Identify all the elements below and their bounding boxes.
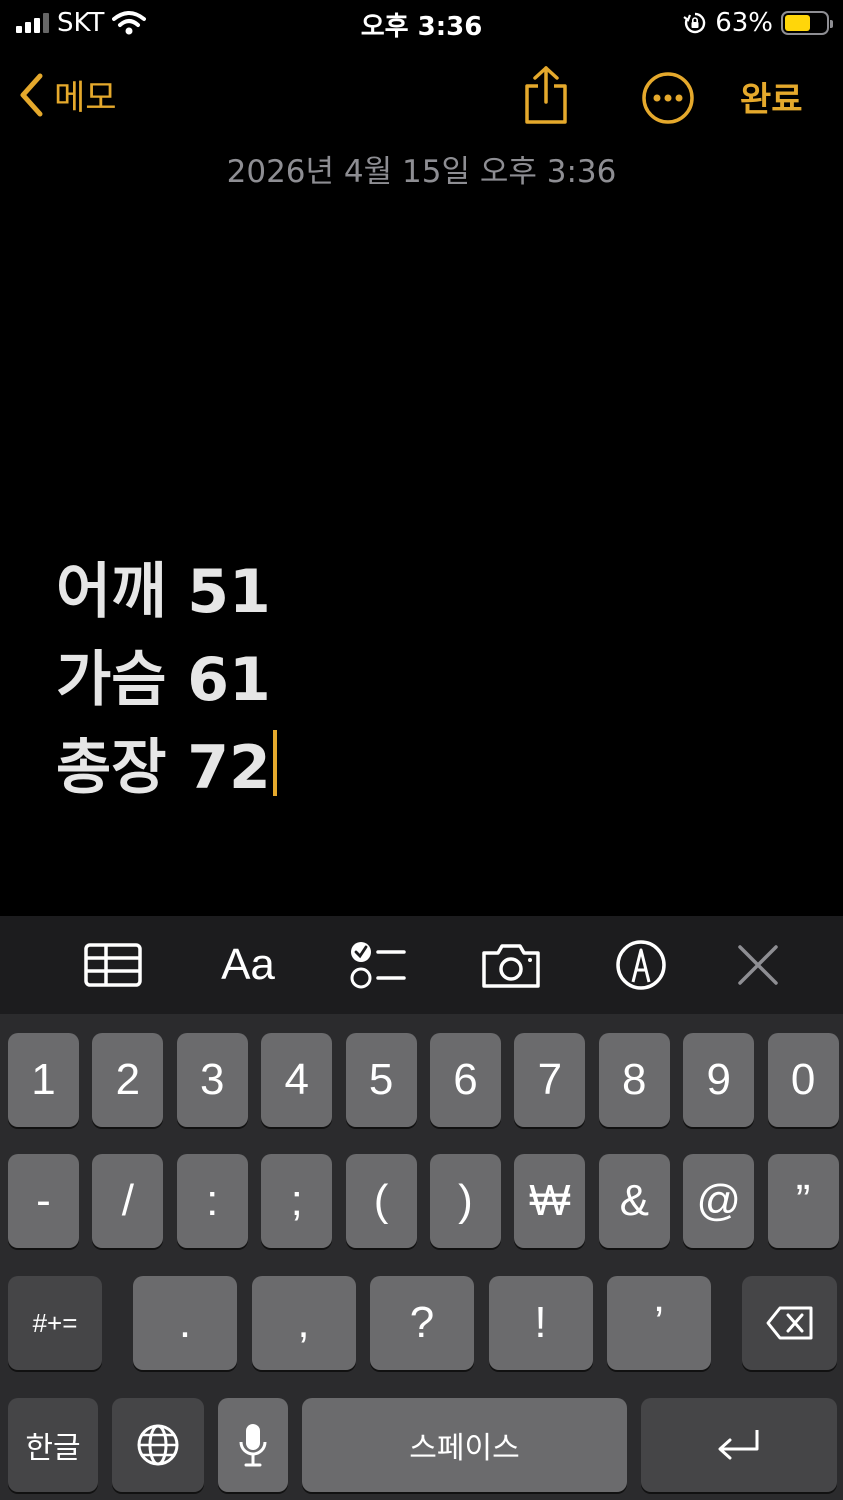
markup-icon xyxy=(616,940,666,990)
orientation-lock-icon xyxy=(683,12,706,34)
formatting-toolbar: Aa xyxy=(0,916,843,1014)
battery-icon xyxy=(781,11,833,35)
key--[interactable]: - xyxy=(8,1154,79,1248)
globe-key[interactable] xyxy=(112,1398,204,1492)
key-,[interactable]: , xyxy=(251,1276,356,1370)
camera-button[interactable] xyxy=(480,940,542,990)
key-2[interactable]: 2 xyxy=(92,1033,164,1127)
key-3[interactable]: 3 xyxy=(176,1033,248,1127)
back-label: 메모 xyxy=(54,78,117,118)
note-body[interactable]: 어깨 51 가슴 61 총장 72 xyxy=(56,548,277,812)
close-toolbar-button[interactable] xyxy=(736,940,780,990)
key-/[interactable]: / xyxy=(92,1154,164,1248)
key-”[interactable]: ” xyxy=(767,1154,839,1248)
checklist-icon xyxy=(350,942,406,989)
key-1[interactable]: 1 xyxy=(8,1033,79,1127)
share-button[interactable] xyxy=(520,64,572,126)
key-7[interactable]: 7 xyxy=(514,1033,586,1127)
dictation-key[interactable] xyxy=(218,1398,288,1492)
format-button[interactable]: Aa xyxy=(216,940,280,990)
nav-bar: 메모 완료 xyxy=(0,60,843,130)
table-icon xyxy=(84,943,142,987)
key-₩[interactable]: ₩ xyxy=(514,1154,586,1248)
note-line-text: 총장 72 xyxy=(56,733,271,803)
share-icon xyxy=(525,66,567,124)
globe-icon xyxy=(137,1424,179,1466)
return-icon xyxy=(718,1430,759,1460)
more-icon xyxy=(642,72,694,124)
key-9[interactable]: 9 xyxy=(683,1033,755,1127)
close-icon xyxy=(738,945,778,985)
key-@[interactable]: @ xyxy=(683,1154,755,1248)
note-date: 2026년 4월 15일 오후 3:36 xyxy=(226,154,617,190)
key-![interactable]: ! xyxy=(488,1276,593,1370)
key-?[interactable]: ? xyxy=(370,1276,474,1370)
back-button[interactable]: 메모 xyxy=(18,70,117,119)
microphone-icon xyxy=(239,1424,267,1467)
return-key[interactable] xyxy=(641,1398,837,1492)
note-line[interactable]: 어깨 51 xyxy=(56,548,277,636)
table-button[interactable] xyxy=(84,940,142,990)
battery-percent: 63% xyxy=(715,8,773,38)
note-line[interactable]: 가슴 61 xyxy=(56,636,277,724)
key-4[interactable]: 4 xyxy=(261,1033,333,1127)
status-bar: SKT 오후 3:36 63% xyxy=(0,0,843,48)
battery-fill xyxy=(785,15,811,31)
backspace-key[interactable] xyxy=(742,1276,837,1370)
note-line[interactable]: 총장 72 xyxy=(56,724,277,812)
more-button[interactable] xyxy=(640,70,696,126)
key-’[interactable]: ’ xyxy=(607,1276,711,1370)
status-right: 63% xyxy=(683,8,833,38)
space-key[interactable]: 스페이스 xyxy=(302,1398,627,1492)
key-6[interactable]: 6 xyxy=(430,1033,501,1127)
markup-button[interactable] xyxy=(614,940,668,990)
key-([interactable]: ( xyxy=(345,1154,417,1248)
backspace-icon xyxy=(766,1306,812,1340)
key-symbols[interactable]: #+= xyxy=(8,1276,102,1370)
language-key[interactable]: 한글 xyxy=(8,1398,98,1492)
key-5[interactable]: 5 xyxy=(345,1033,417,1127)
done-button[interactable]: 완료 xyxy=(740,72,803,121)
chevron-left-icon xyxy=(20,73,43,116)
key-;[interactable]: ; xyxy=(261,1154,333,1248)
text-cursor xyxy=(272,730,277,796)
key-)[interactable]: ) xyxy=(430,1154,501,1248)
format-icon: Aa xyxy=(221,940,275,989)
key-&[interactable]: & xyxy=(598,1154,670,1248)
key-8[interactable]: 8 xyxy=(598,1033,670,1127)
checklist-button[interactable] xyxy=(350,940,406,990)
camera-icon xyxy=(482,944,540,988)
key-.[interactable]: . xyxy=(133,1276,237,1370)
key-0[interactable]: 0 xyxy=(767,1033,839,1127)
key-:[interactable]: : xyxy=(176,1154,248,1248)
keyboard: #+= 한글 스페이스 1 2 3 4 5 6 7 8 9 0 - /:;() ₩ & @”.,?!’ xyxy=(0,1014,843,1500)
